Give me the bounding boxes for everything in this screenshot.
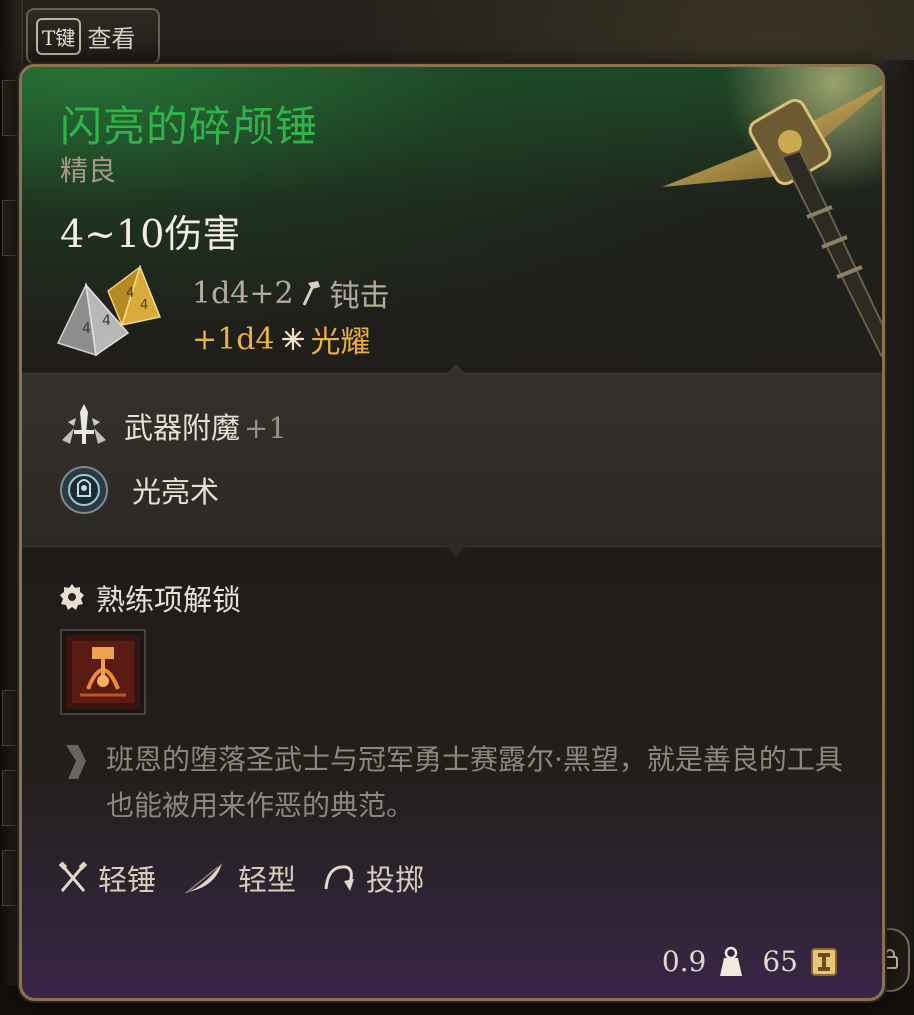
- hammer-icon: [302, 281, 320, 306]
- hotkey-key: T键: [36, 17, 82, 55]
- property-thrown[interactable]: 投掷: [322, 857, 424, 899]
- gold-coin-icon: [811, 947, 837, 976]
- proficiency-badge-icon: [60, 584, 84, 610]
- enchantment-section: 武器附魔 +1 光亮术: [22, 364, 882, 556]
- enchantment-value: +1: [244, 411, 287, 445]
- damage-total: 4~10伤害: [60, 212, 241, 256]
- property-label: 轻锤: [98, 863, 157, 897]
- svg-text:4: 4: [126, 286, 134, 301]
- weapon-enchantment[interactable]: 武器附魔 +1: [58, 400, 287, 452]
- crossed-weapons-icon: [58, 861, 88, 892]
- property-label: 投掷: [366, 863, 425, 897]
- weapon-action-icon: [66, 635, 140, 709]
- item-stats-footer: 0.9 65: [662, 945, 838, 978]
- weight-icon: [720, 946, 743, 976]
- property-light-hammer[interactable]: 轻锤: [58, 857, 156, 899]
- flavor-text-block: 班恩的堕落圣武士与冠军勇士赛露尔·黑望，就是善良的工具也能被用来作恶的典范。: [60, 739, 850, 829]
- property-label: 轻型: [238, 863, 297, 897]
- spell-light[interactable]: 光亮术: [58, 464, 219, 516]
- quote-mark-icon: [66, 745, 86, 779]
- light-spell-icon: [60, 466, 108, 514]
- item-weight: 0.9: [661, 945, 707, 978]
- item-tooltip: 闪亮的碎颅锤 精良 4~10伤害 4 4 4 4 1d4+2 钝击 +1d4 光…: [19, 64, 885, 1001]
- spell-label: 光亮术: [132, 475, 220, 509]
- weapon-illustration-icon: [662, 67, 882, 357]
- property-light[interactable]: 轻型: [182, 857, 296, 899]
- inventory-slot[interactable]: [2, 200, 20, 256]
- damage-type: 钝击: [329, 279, 390, 314]
- throw-icon: [324, 865, 355, 891]
- proficiency-header: 熟练项解锁: [58, 577, 241, 619]
- damage-dice: 1d4+2: [192, 275, 294, 311]
- dice-icon: 4 4 4 4: [56, 264, 162, 357]
- hotkey-label: 查看: [87, 24, 136, 53]
- weapon-properties: 轻锤 轻型 投掷: [58, 857, 424, 899]
- item-value: 65: [762, 945, 798, 978]
- item-rarity: 精良: [60, 154, 117, 187]
- inspect-hotkey[interactable]: T键 查看: [26, 8, 160, 64]
- proficiency-action-slot[interactable]: [60, 629, 146, 715]
- damage-line-bludgeoning: 1d4+2 钝击: [192, 271, 390, 315]
- damage-dice: +1d4: [192, 321, 275, 357]
- inventory-slot[interactable]: [2, 80, 20, 136]
- item-name: 闪亮的碎颅锤: [60, 102, 319, 151]
- feather-icon: [184, 863, 223, 894]
- inventory-slot[interactable]: [2, 850, 20, 906]
- damage-line-radiant: +1d4 光耀: [192, 317, 371, 361]
- proficiency-label: 熟练项解锁: [96, 583, 242, 617]
- svg-text:4: 4: [140, 298, 148, 313]
- divider-notch: [446, 546, 466, 556]
- inventory-slot[interactable]: [2, 770, 20, 826]
- enchantment-sword-icon: [62, 404, 106, 444]
- svg-text:4: 4: [102, 313, 111, 329]
- right-panel-edge: [882, 60, 914, 960]
- svg-text:4: 4: [82, 321, 91, 337]
- damage-type: 光耀: [310, 325, 371, 360]
- divider-notch: [446, 364, 466, 374]
- flavor-text: 班恩的堕落圣武士与冠军勇士赛露尔·黑望，就是善良的工具也能被用来作恶的典范。: [106, 743, 843, 822]
- inventory-slot[interactable]: [2, 690, 20, 746]
- radiant-icon: [281, 327, 304, 351]
- enchantment-label: 武器附魔: [124, 411, 241, 445]
